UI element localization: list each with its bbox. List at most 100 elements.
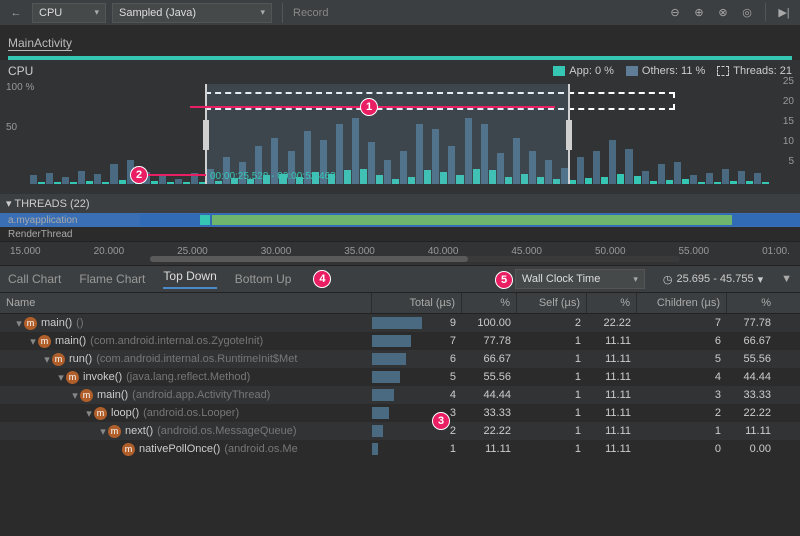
scrollbar-thumb[interactable] bbox=[150, 256, 468, 262]
table-row[interactable]: ▾m run() (com.android.internal.os.RuntimeI… bbox=[0, 350, 800, 368]
tree-toggle-icon[interactable]: ▾ bbox=[42, 353, 52, 366]
method-name: loop() bbox=[111, 407, 139, 419]
threads-header[interactable]: THREADS (22) bbox=[0, 194, 800, 213]
package-name: (android.os.MessageQueue) bbox=[157, 425, 296, 437]
table-body: ▾mmain()()9100.00222.22777.78▾mmain()(co… bbox=[0, 314, 800, 458]
profiler-dropdown[interactable]: CPU ▾ bbox=[32, 3, 106, 23]
callout-1: 1 bbox=[360, 98, 378, 116]
col-name[interactable]: Name bbox=[0, 293, 372, 313]
thread-row-app[interactable]: a.myapplication bbox=[0, 213, 800, 227]
method-icon: m bbox=[38, 335, 51, 348]
reset-zoom-button[interactable]: ⊗ bbox=[713, 3, 733, 23]
tab-call-chart[interactable]: Call Chart bbox=[8, 272, 61, 286]
timeline-tick: 55.000 bbox=[679, 246, 710, 257]
package-name: () bbox=[76, 317, 83, 329]
callout-4: 4 bbox=[313, 270, 331, 288]
divider bbox=[765, 3, 766, 21]
timeline[interactable]: 15.00020.00025.00030.00035.00040.00045.0… bbox=[0, 241, 800, 265]
config-dropdown[interactable]: Sampled (Java) ▾ bbox=[112, 3, 272, 23]
legend-app: App: 0 % bbox=[553, 65, 614, 77]
method-icon: m bbox=[94, 407, 107, 420]
tree-toggle-icon[interactable]: ▾ bbox=[98, 425, 108, 438]
package-name: (com.android.internal.os.RuntimeInit$Met bbox=[96, 353, 297, 365]
tree-toggle-icon[interactable]: ▾ bbox=[56, 371, 66, 384]
method-name: main() bbox=[97, 389, 128, 401]
method-name: invoke() bbox=[83, 371, 122, 383]
tab-flame-chart[interactable]: Flame Chart bbox=[79, 272, 145, 286]
col-children-pct[interactable]: % bbox=[727, 293, 777, 313]
table-row[interactable]: ▾mnext()(android.os.MessageQueue)222.221… bbox=[0, 422, 800, 440]
thread-row-render[interactable]: RenderThread bbox=[0, 227, 800, 241]
method-icon: m bbox=[108, 425, 121, 438]
chevron-down-icon: ▾ bbox=[94, 7, 99, 18]
record-button[interactable]: Record bbox=[282, 3, 338, 23]
method-icon: m bbox=[52, 353, 65, 366]
col-total[interactable]: Total (µs) bbox=[372, 293, 462, 313]
callout-line-2 bbox=[140, 174, 206, 176]
chevron-down-icon: ▾ bbox=[260, 7, 265, 18]
table-row[interactable]: ▾mmain()()9100.00222.22777.78 bbox=[0, 314, 800, 332]
time-range[interactable]: ◷ 25.695 - 45.755 ▾ bbox=[663, 273, 763, 286]
table-row[interactable]: ▾mmain()(android.app.ActivityThread)444.… bbox=[0, 386, 800, 404]
profiler-dropdown-label: CPU bbox=[39, 7, 62, 19]
filter-icon[interactable]: ▼ bbox=[781, 273, 792, 285]
method-name: main() bbox=[41, 317, 72, 329]
package-name: (java.lang.reflect.Method) bbox=[126, 371, 250, 383]
table-row[interactable]: ▾m main() (com.android.internal.os.ZygoteI… bbox=[0, 332, 800, 350]
table-row[interactable]: mnativePollOnce()(android.os.Me111.11111… bbox=[0, 440, 800, 458]
method-name: run() bbox=[69, 353, 92, 365]
package-name: (android.os.Looper) bbox=[143, 407, 239, 419]
tree-toggle-icon[interactable]: ▾ bbox=[70, 389, 80, 402]
clock-dropdown[interactable]: Wall Clock Time▾ bbox=[515, 269, 645, 289]
table-row[interactable]: ▾minvoke()(java.lang.reflect.Method)555.… bbox=[0, 368, 800, 386]
col-self-pct[interactable]: % bbox=[587, 293, 637, 313]
legend-others: Others: 11 % bbox=[626, 65, 705, 77]
timeline-tick: 20.000 bbox=[94, 246, 125, 257]
process-strip: MainActivity bbox=[0, 26, 800, 60]
callout-3: 3 bbox=[432, 412, 450, 430]
tree-toggle-icon[interactable]: ▾ bbox=[14, 317, 24, 330]
selection-handle-right[interactable] bbox=[566, 120, 572, 150]
table-row[interactable]: ▾mloop()(android.os.Looper)333.33111.112… bbox=[0, 404, 800, 422]
trace-tabs: Call Chart Flame Chart Top Down Bottom U… bbox=[0, 265, 800, 293]
package-name: (android.app.ActivityThread) bbox=[132, 389, 270, 401]
cpu-chart[interactable]: CPU App: 0 % Others: 11 % Threads: 21 1 0… bbox=[0, 60, 800, 194]
timeline-tick: 01:00. bbox=[762, 246, 790, 257]
col-total-pct[interactable]: % bbox=[462, 293, 517, 313]
callout-5: 5 bbox=[495, 271, 513, 289]
callout-2: 2 bbox=[130, 166, 148, 184]
zoom-in-button[interactable]: ⊕ bbox=[689, 3, 709, 23]
method-name: main() bbox=[55, 335, 86, 347]
timeline-tick: 15.000 bbox=[10, 246, 41, 257]
package-name: (com.android.internal.os.ZygoteInit) bbox=[90, 335, 263, 347]
tree-toggle-icon[interactable]: ▾ bbox=[84, 407, 94, 420]
chevron-down-icon: ▾ bbox=[758, 273, 764, 286]
method-icon: m bbox=[122, 443, 135, 456]
method-icon: m bbox=[80, 389, 93, 402]
method-icon: m bbox=[66, 371, 79, 384]
package-name: (android.os.Me bbox=[224, 443, 297, 455]
selection-handle-left[interactable] bbox=[203, 120, 209, 150]
zoom-selection-button[interactable]: ◎ bbox=[737, 3, 757, 23]
go-live-button[interactable]: ▶| bbox=[774, 3, 794, 23]
back-button[interactable]: ← bbox=[6, 3, 26, 23]
method-name: nativePollOnce() bbox=[139, 443, 220, 455]
col-children[interactable]: Children (µs) bbox=[637, 293, 727, 313]
legend-threads: Threads: 21 bbox=[717, 65, 792, 77]
cpu-right-axis: 252015105 bbox=[783, 76, 794, 176]
method-name: next() bbox=[125, 425, 153, 437]
tree-toggle-icon[interactable]: ▾ bbox=[28, 335, 38, 348]
process-name[interactable]: MainActivity bbox=[8, 36, 72, 50]
zoom-out-button[interactable]: ⊖ bbox=[665, 3, 685, 23]
selection-region[interactable] bbox=[205, 84, 570, 184]
config-dropdown-label: Sampled (Java) bbox=[119, 7, 196, 19]
top-toolbar: ← CPU ▾ Sampled (Java) ▾ Record ⊖ ⊕ ⊗ ◎ … bbox=[0, 0, 800, 26]
clock-icon: ◷ bbox=[663, 273, 673, 286]
tab-top-down[interactable]: Top Down bbox=[163, 269, 216, 289]
selection-range-text: 00:00:25.528 - 00:00:52.463 bbox=[210, 171, 336, 182]
tab-bottom-up[interactable]: Bottom Up bbox=[235, 272, 292, 286]
timeline-scrollbar[interactable] bbox=[150, 256, 680, 262]
cpu-title: CPU bbox=[8, 64, 33, 78]
col-self[interactable]: Self (µs) bbox=[517, 293, 587, 313]
chevron-down-icon: ▾ bbox=[633, 274, 638, 285]
